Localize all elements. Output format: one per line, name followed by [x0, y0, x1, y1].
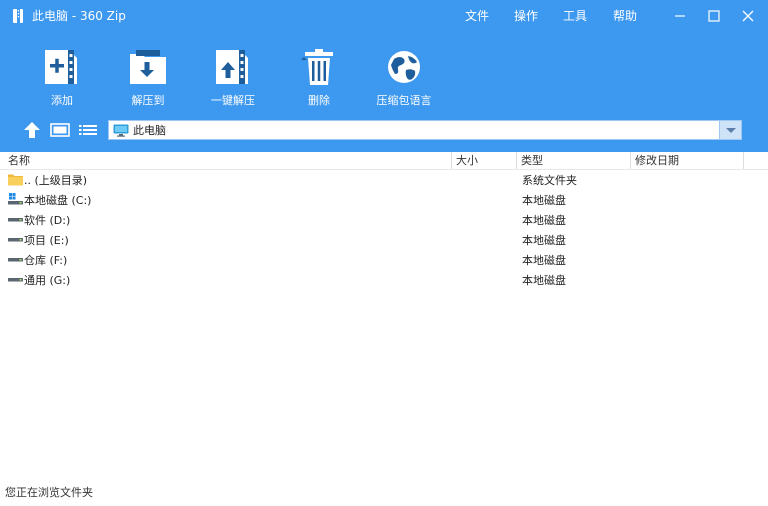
list-view-button[interactable]	[77, 120, 99, 140]
list-item-type: 本地磁盘	[522, 254, 566, 267]
folder-icon	[8, 173, 23, 186]
archive-language-button[interactable]: 压缩包语言	[364, 40, 444, 110]
drive-icon	[8, 233, 23, 246]
add-label: 添加	[51, 94, 73, 107]
list-view-icon	[79, 125, 97, 135]
delete-button[interactable]: 删除	[279, 40, 359, 110]
minimize-button[interactable]	[668, 6, 692, 26]
extract-to-label: 解压到	[131, 94, 165, 107]
go-up-button[interactable]	[21, 120, 43, 140]
window-title: 此电脑 - 360 Zip	[32, 9, 126, 23]
address-bar[interactable]: 此电脑	[108, 120, 742, 140]
list-item-type: 系统文件夹	[522, 174, 577, 187]
list-item-name: 项目 (E:)	[24, 234, 69, 247]
arrow-up-icon	[24, 122, 40, 138]
list-item-type: 本地磁盘	[522, 274, 566, 287]
list-item-drive-f[interactable]: 仓库 (F:) 本地磁盘	[0, 250, 768, 270]
list-item-type: 本地磁盘	[522, 234, 566, 247]
address-dropdown-button[interactable]	[719, 121, 741, 139]
extract-to-icon	[128, 46, 168, 88]
list-item-type: 本地磁盘	[522, 194, 566, 207]
column-size[interactable]: 大小	[456, 154, 478, 167]
archive-language-label: 压缩包语言	[376, 94, 432, 107]
thumbnail-view-button[interactable]	[49, 120, 71, 140]
maximize-button[interactable]	[702, 6, 726, 26]
globe-icon	[384, 46, 424, 88]
list-item-drive-c[interactable]: 本地磁盘 (C:) 本地磁盘	[0, 190, 768, 210]
app-window: 此电脑 - 360 Zip 文件 操作 工具 帮助 添加 解压到 一键解压 删除…	[0, 0, 768, 506]
list-item-name: 通用 (G:)	[24, 274, 71, 287]
one-click-extract-icon	[213, 46, 253, 88]
drive-icon	[8, 213, 23, 226]
list-item-name: 本地磁盘 (C:)	[24, 194, 92, 207]
list-item-drive-g[interactable]: 通用 (G:) 本地磁盘	[0, 270, 768, 290]
chevron-down-icon	[726, 128, 736, 133]
menu-file[interactable]: 文件	[465, 9, 489, 23]
minimize-icon	[675, 15, 685, 17]
drive-icon	[8, 273, 23, 286]
title-bar: 此电脑 - 360 Zip 文件 操作 工具 帮助	[0, 0, 768, 32]
trash-icon	[299, 46, 339, 88]
list-item-name: 软件 (D:)	[24, 214, 71, 227]
close-icon	[742, 10, 754, 22]
delete-label: 删除	[308, 94, 330, 107]
address-path: 此电脑	[133, 124, 166, 137]
menu-help[interactable]: 帮助	[613, 9, 637, 23]
app-logo-icon	[12, 8, 26, 24]
menu-operate[interactable]: 操作	[514, 9, 538, 23]
list-item-drive-e[interactable]: 项目 (E:) 本地磁盘	[0, 230, 768, 250]
drive-icon	[8, 253, 23, 266]
thumbnail-view-icon	[50, 123, 70, 137]
one-click-extract-label: 一键解压	[211, 94, 255, 107]
one-click-extract-button[interactable]: 一键解压	[193, 40, 273, 110]
status-text: 您正在浏览文件夹	[5, 486, 93, 499]
close-button[interactable]	[736, 6, 760, 26]
menu-tools[interactable]: 工具	[563, 9, 587, 23]
extract-to-button[interactable]: 解压到	[108, 40, 188, 110]
column-modified[interactable]: 修改日期	[635, 154, 679, 167]
list-item-name: 仓库 (F:)	[24, 254, 68, 267]
header-bar: 此电脑 - 360 Zip 文件 操作 工具 帮助 添加 解压到 一键解压 删除…	[0, 0, 768, 152]
monitor-icon	[113, 124, 129, 137]
column-separator[interactable]	[516, 152, 517, 169]
column-separator[interactable]	[743, 152, 744, 169]
status-bar: 您正在浏览文件夹	[0, 484, 768, 502]
main-toolbar: 添加 解压到 一键解压 删除 压缩包语言	[0, 40, 768, 112]
list-item-drive-d[interactable]: 软件 (D:) 本地磁盘	[0, 210, 768, 230]
list-item-parent[interactable]: .. (上级目录) 系统文件夹	[0, 170, 768, 190]
column-header: 名称 大小 类型 修改日期	[0, 152, 768, 170]
column-separator[interactable]	[451, 152, 452, 169]
column-type[interactable]: 类型	[521, 154, 543, 167]
add-archive-icon	[42, 46, 82, 88]
maximize-icon	[708, 10, 720, 22]
add-button[interactable]: 添加	[22, 40, 102, 110]
column-name[interactable]: 名称	[8, 154, 30, 167]
list-item-name: .. (上级目录)	[24, 174, 88, 187]
column-separator[interactable]	[630, 152, 631, 169]
system-drive-icon	[8, 193, 23, 206]
list-item-type: 本地磁盘	[522, 214, 566, 227]
